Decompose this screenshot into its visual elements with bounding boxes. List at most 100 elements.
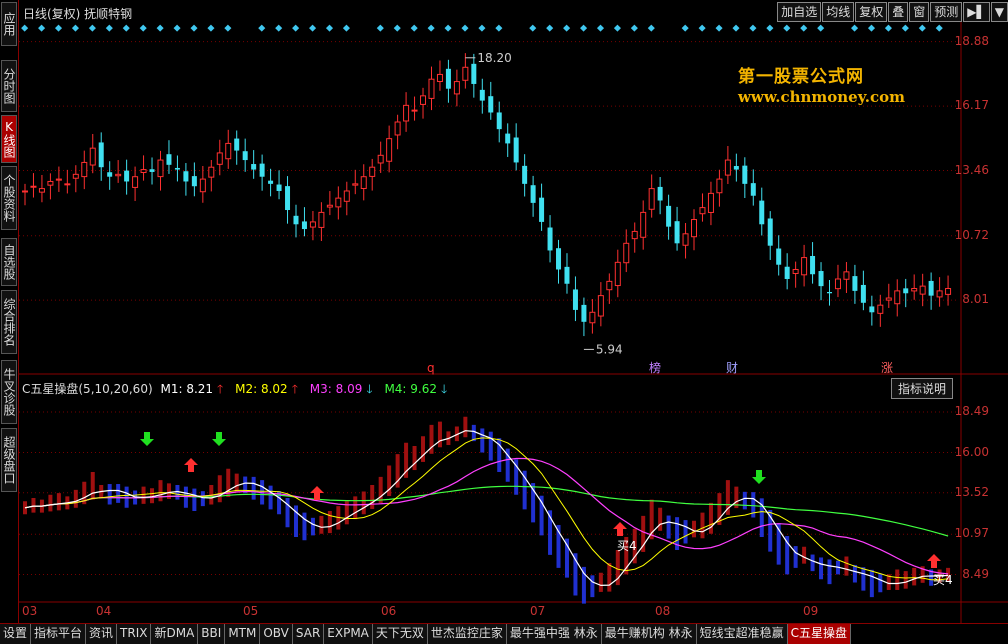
bottom-tab-11[interactable]: 世杰监控庄家 (427, 624, 507, 644)
bottom-tab-10[interactable]: 天下无双 (372, 624, 428, 644)
candle (827, 279, 833, 306)
toolbar-button-3[interactable]: 叠 (888, 2, 909, 22)
candle (276, 170, 282, 200)
indicator-line (24, 430, 949, 587)
candle (572, 276, 578, 322)
bottom-tab-3[interactable]: TRIX (117, 624, 152, 644)
sidebar-item-1[interactable]: 分时图 (1, 60, 17, 112)
sidebar-item-7[interactable]: 超级盘口 (1, 428, 17, 492)
signal-diamond (156, 24, 164, 32)
toolbar-button-7[interactable]: ▼ (990, 2, 1008, 22)
candle (623, 229, 630, 273)
sidebar-item-2[interactable]: K线图 (1, 115, 17, 163)
bottom-tab-14[interactable]: 短线宝超准稳赢 (696, 624, 788, 644)
candle (360, 164, 367, 201)
indicator-bar (793, 546, 798, 568)
candle (894, 279, 901, 317)
indicator-bar (107, 484, 112, 505)
candle (885, 283, 892, 308)
signal-diamond (410, 24, 418, 32)
indicator-tick-1: 16.00 (954, 444, 989, 459)
candle (22, 183, 28, 206)
bottom-tab-7[interactable]: OBV (260, 624, 293, 644)
candle (860, 270, 866, 311)
candle (386, 125, 393, 173)
toolbar-button-6[interactable]: ▶▌ (963, 2, 990, 22)
candle (285, 176, 291, 224)
signal-diamond (766, 24, 774, 32)
event-marker-1: 榜 (649, 360, 661, 375)
bottom-tab-1[interactable]: 指标平台 (31, 624, 87, 644)
indicator-name: C五星操盘(5,10,20,60) (22, 382, 153, 396)
sell-arrow-2 (752, 470, 766, 484)
bottom-tab-0[interactable]: 设置 (0, 624, 32, 644)
signal-diamond (71, 24, 79, 32)
m2-value: M2: 8.02 🡑 (235, 382, 298, 396)
indicator-tab-bar: 设置 指标平台 资讯 TRIX 新DMA BBI MTM OBV SAR EXPMA 天下无双 世杰监… (0, 623, 1008, 644)
indicator-bar (742, 491, 747, 510)
indicator-bar (869, 569, 874, 598)
toolbar-button-4[interactable]: 窗 (909, 2, 930, 22)
bottom-tab-15[interactable]: C五星操盘 (787, 624, 851, 644)
sidebar-item-3[interactable]: 个股资料 (1, 166, 17, 230)
toolbar-button-0[interactable]: 加自选 (777, 2, 822, 22)
m4-value: M4: 9.62 🡓 (384, 382, 448, 396)
price-tick-2: 13.46 (954, 162, 989, 177)
indicator-bar (285, 498, 290, 528)
indicator-help-button[interactable]: 指标说明 (891, 378, 954, 399)
indicator-bar (852, 564, 857, 583)
bottom-tab-5[interactable]: BBI (198, 624, 226, 644)
indicator-bar (150, 488, 155, 504)
signal-diamond (681, 24, 689, 32)
indicator-bar (73, 489, 78, 508)
bottom-tab-9[interactable]: EXPMA (324, 624, 373, 644)
candle (394, 114, 401, 150)
bottom-tab-6[interactable]: MTM (225, 624, 261, 644)
candle (522, 154, 528, 197)
candle (132, 166, 139, 202)
toolbar-button-2[interactable]: 复权 (855, 2, 888, 22)
bottom-tab-2[interactable]: 资讯 (86, 624, 118, 644)
candle (411, 96, 418, 121)
candle (140, 155, 147, 181)
buy-label-1: 买4 (933, 573, 953, 587)
bottom-tab-8[interactable]: SAR (292, 624, 325, 644)
sidebar-item-5[interactable]: 综合排名 (1, 290, 17, 354)
toolbar-button-5[interactable]: 预测 (930, 2, 963, 22)
indicator-bar (378, 476, 383, 504)
candle (556, 239, 562, 284)
indicator-bar (48, 494, 53, 512)
signal-diamond (749, 24, 757, 32)
kline-chart[interactable]: 18.20 5.94 q 榜 财 涨买4 买4 (19, 22, 1008, 623)
candle (301, 207, 307, 237)
candle (377, 141, 384, 173)
indicator-bar (683, 520, 688, 544)
indicator-bar (708, 502, 713, 534)
candle (89, 133, 96, 174)
bottom-tab-13[interactable]: 最牛赚机构 林永 (601, 624, 697, 644)
toolbar-button-1[interactable]: 均线 (822, 2, 855, 22)
event-marker-3: 涨 (881, 360, 893, 375)
bottom-tab-12[interactable]: 最牛强中强 林永 (506, 624, 602, 644)
sidebar-item-6[interactable]: 牛叉诊股 (1, 360, 17, 424)
indicator-bar (268, 485, 273, 510)
candle (869, 295, 875, 326)
indicator-bar (310, 517, 315, 536)
signal-diamond (275, 24, 283, 32)
date-tick-6: 09 (803, 604, 819, 618)
candle (834, 264, 841, 298)
candle (436, 60, 443, 91)
sell-arrow-0 (140, 432, 154, 446)
candle (877, 294, 884, 327)
candle (157, 150, 164, 191)
candle (216, 139, 223, 176)
date-tick-3: 06 (381, 604, 397, 618)
signal-diamond (495, 24, 503, 32)
signal-diamond (342, 24, 350, 32)
sidebar-item-0[interactable]: 应用 (1, 2, 17, 46)
indicator-tick-4: 8.49 (962, 566, 989, 581)
signal-diamond (122, 24, 130, 32)
bottom-tab-4[interactable]: 新DMA (151, 624, 199, 644)
date-tick-2: 05 (243, 604, 259, 618)
sidebar-item-4[interactable]: 自选股 (1, 238, 17, 286)
